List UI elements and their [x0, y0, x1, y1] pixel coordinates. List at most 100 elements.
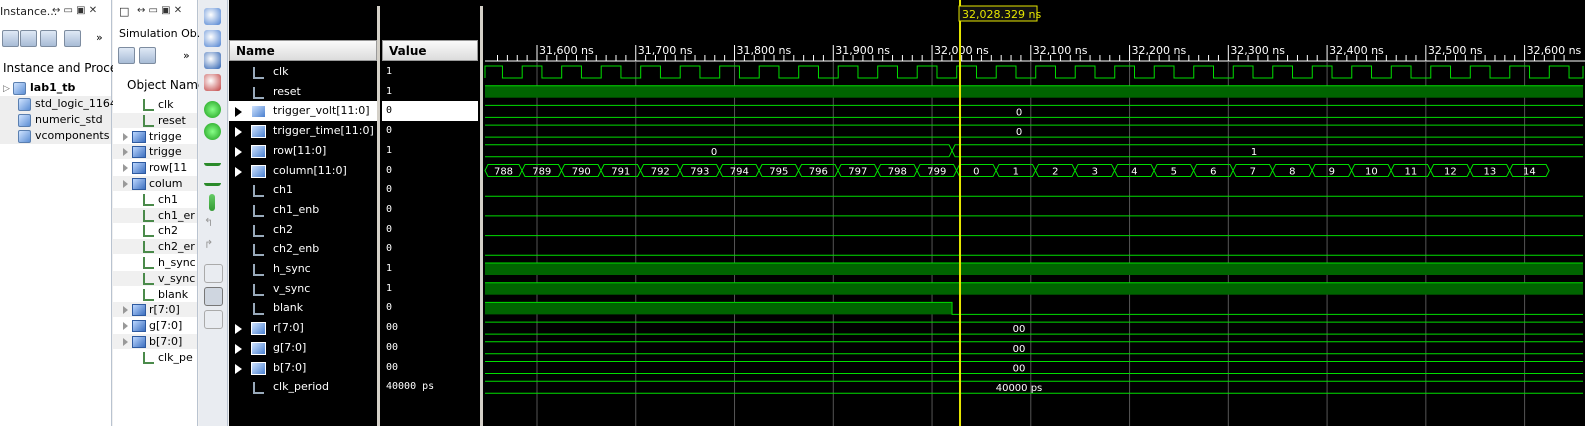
signal-value: 0 — [382, 101, 478, 122]
instance-icon — [18, 97, 31, 111]
expand-arrow-icon[interactable] — [123, 180, 128, 188]
expand-arrow-icon[interactable] — [123, 322, 128, 331]
expand-arrow-icon[interactable] — [235, 166, 242, 177]
expand-arrow-icon[interactable] — [235, 324, 242, 335]
expand-arrow-icon[interactable] — [123, 338, 128, 346]
objects-panel: □ ↔ ▭ ▣ ✕ Simulation Ob... » Object Name… — [113, 0, 207, 426]
next-marker-icon[interactable]: ↱ — [204, 238, 221, 255]
next-transition-icon[interactable] — [204, 166, 221, 186]
signal-icon — [143, 209, 154, 222]
zoom-fit-icon[interactable] — [204, 52, 221, 69]
object-item[interactable]: clk_pe — [113, 350, 197, 365]
swap-cursors-icon[interactable] — [204, 264, 223, 283]
column-segment-label: 797 — [848, 167, 867, 178]
panel-controls[interactable]: ↔ ▭ ▣ ✕ — [52, 5, 97, 16]
instance-item[interactable]: ▷ lab1_tb — [0, 80, 111, 96]
signal-name-row[interactable]: row[11:0] — [229, 141, 377, 161]
expand-arrow-icon[interactable] — [235, 343, 242, 354]
signal-name-row[interactable]: h_sync — [229, 259, 377, 279]
bus-icon — [132, 178, 146, 190]
floating-ruler-icon[interactable] — [204, 310, 223, 329]
signal-name-row[interactable]: clk_period — [229, 377, 377, 397]
object-item[interactable]: blank — [113, 287, 197, 302]
expand-arrow-icon[interactable] — [123, 132, 128, 141]
object-item[interactable]: b[7:0] — [113, 334, 197, 349]
zoom-out-icon[interactable] — [204, 30, 221, 47]
object-item[interactable]: v_sync — [113, 270, 197, 286]
object-label: colum — [149, 177, 183, 190]
object-item[interactable]: ch2_er — [113, 239, 197, 255]
expand-arrow-icon[interactable] — [123, 306, 128, 315]
signal-name-row[interactable]: b[7:0] — [229, 358, 377, 378]
expand-arrow-icon[interactable] — [235, 363, 242, 374]
signal-name: r[7:0] — [273, 321, 304, 335]
signal-name-row[interactable]: ch2_enb — [229, 239, 377, 259]
object-item[interactable]: ch1_er — [113, 207, 197, 223]
signal-name-row[interactable]: ch1_enb — [229, 200, 377, 220]
instance-label: numeric_std — [35, 113, 103, 126]
name-column-header[interactable]: Name — [229, 40, 377, 61]
instance-item[interactable]: std_logic_1164 — [0, 96, 117, 112]
overflow-chevron-icon[interactable]: » — [96, 31, 103, 44]
expand-arrow-icon[interactable]: ▷ — [3, 81, 13, 97]
signal-name-row[interactable]: clk — [229, 62, 377, 82]
zoom-to-cursor-icon[interactable] — [204, 74, 221, 91]
objects-panel-controls[interactable]: ↔ ▭ ▣ ✕ — [137, 5, 182, 16]
go-to-end-icon[interactable] — [204, 123, 221, 140]
trigger-volt-waveform-label: 0 — [1016, 107, 1022, 118]
instance-tool-3-icon[interactable] — [40, 30, 57, 47]
signal-name-row[interactable]: g[7:0] — [229, 338, 377, 358]
signal-name-row[interactable]: r[7:0] — [229, 318, 377, 338]
expand-arrow-icon[interactable] — [235, 146, 242, 157]
instance-tool-4-icon[interactable] — [64, 30, 81, 47]
object-item[interactable]: g[7:0] — [113, 318, 197, 333]
signal-name-row[interactable]: v_sync — [229, 279, 377, 299]
expand-arrow-icon[interactable] — [123, 164, 128, 173]
row-waveform-b — [485, 144, 1583, 158]
object-filter-1-icon[interactable] — [118, 47, 135, 64]
waveform-canvas[interactable]: 31,600 ns 31,700 ns 31,800 ns 31,900 ns 32,0… — [483, 0, 1585, 426]
go-to-start-icon[interactable] — [204, 101, 221, 118]
expand-arrow-icon[interactable] — [235, 107, 242, 118]
ruler-tick-label: 32,500 ns — [1428, 44, 1483, 57]
object-item[interactable]: reset — [113, 112, 197, 128]
signal-value: 40000 ps — [386, 381, 435, 393]
signal-name-row[interactable]: ch2 — [229, 220, 377, 240]
column-segment-label: 789 — [532, 167, 551, 178]
ruler-tick-label: 31,800 ns — [737, 44, 792, 57]
instance-tool-1-icon[interactable] — [2, 30, 19, 47]
expand-arrow-icon[interactable] — [123, 148, 128, 157]
bus-icon — [251, 164, 266, 178]
signal-name-row[interactable]: ch1 — [229, 180, 377, 200]
signal-name-row[interactable]: blank — [229, 298, 377, 318]
object-item[interactable]: ch2 — [113, 223, 197, 238]
object-item[interactable]: r[7:0] — [113, 302, 197, 318]
add-marker-icon[interactable] — [209, 194, 215, 211]
previous-marker-icon[interactable]: ↰ — [204, 216, 221, 233]
zoom-in-icon[interactable] — [204, 8, 221, 25]
bus-icon — [132, 130, 146, 143]
object-item[interactable]: ch1 — [113, 192, 197, 207]
expand-arrow-icon[interactable] — [235, 127, 242, 138]
snap-to-transition-icon[interactable] — [204, 287, 223, 306]
instance-label: std_logic_1164 — [35, 97, 117, 110]
instance-item[interactable]: vcomponents — [0, 128, 111, 144]
object-item[interactable]: colum — [113, 176, 197, 191]
previous-transition-icon[interactable] — [204, 146, 221, 166]
instance-item[interactable]: numeric_std — [0, 112, 111, 128]
signal-name-row[interactable]: column[11:0] — [229, 161, 377, 181]
object-item[interactable]: trigge — [113, 144, 197, 160]
value-column-header[interactable]: Value — [382, 40, 478, 61]
objects-overflow-icon[interactable]: » — [183, 49, 190, 62]
object-filter-2-icon[interactable] — [139, 47, 156, 64]
column-segment-label: 9 — [1329, 167, 1335, 178]
signal-name-row[interactable]: trigger_volt[11:0] — [229, 101, 377, 122]
ruler-tick-label: 31,700 ns — [638, 44, 693, 57]
instance-tool-2-icon[interactable] — [20, 30, 37, 47]
signal-name-row[interactable]: reset — [229, 82, 377, 102]
object-item[interactable]: h_sync — [113, 255, 197, 270]
signal-name-row[interactable]: trigger_time[11:0] — [229, 121, 377, 141]
object-item[interactable]: trigge — [113, 129, 197, 144]
object-item[interactable]: clk — [113, 97, 197, 112]
object-item[interactable]: row[11 — [113, 160, 197, 175]
